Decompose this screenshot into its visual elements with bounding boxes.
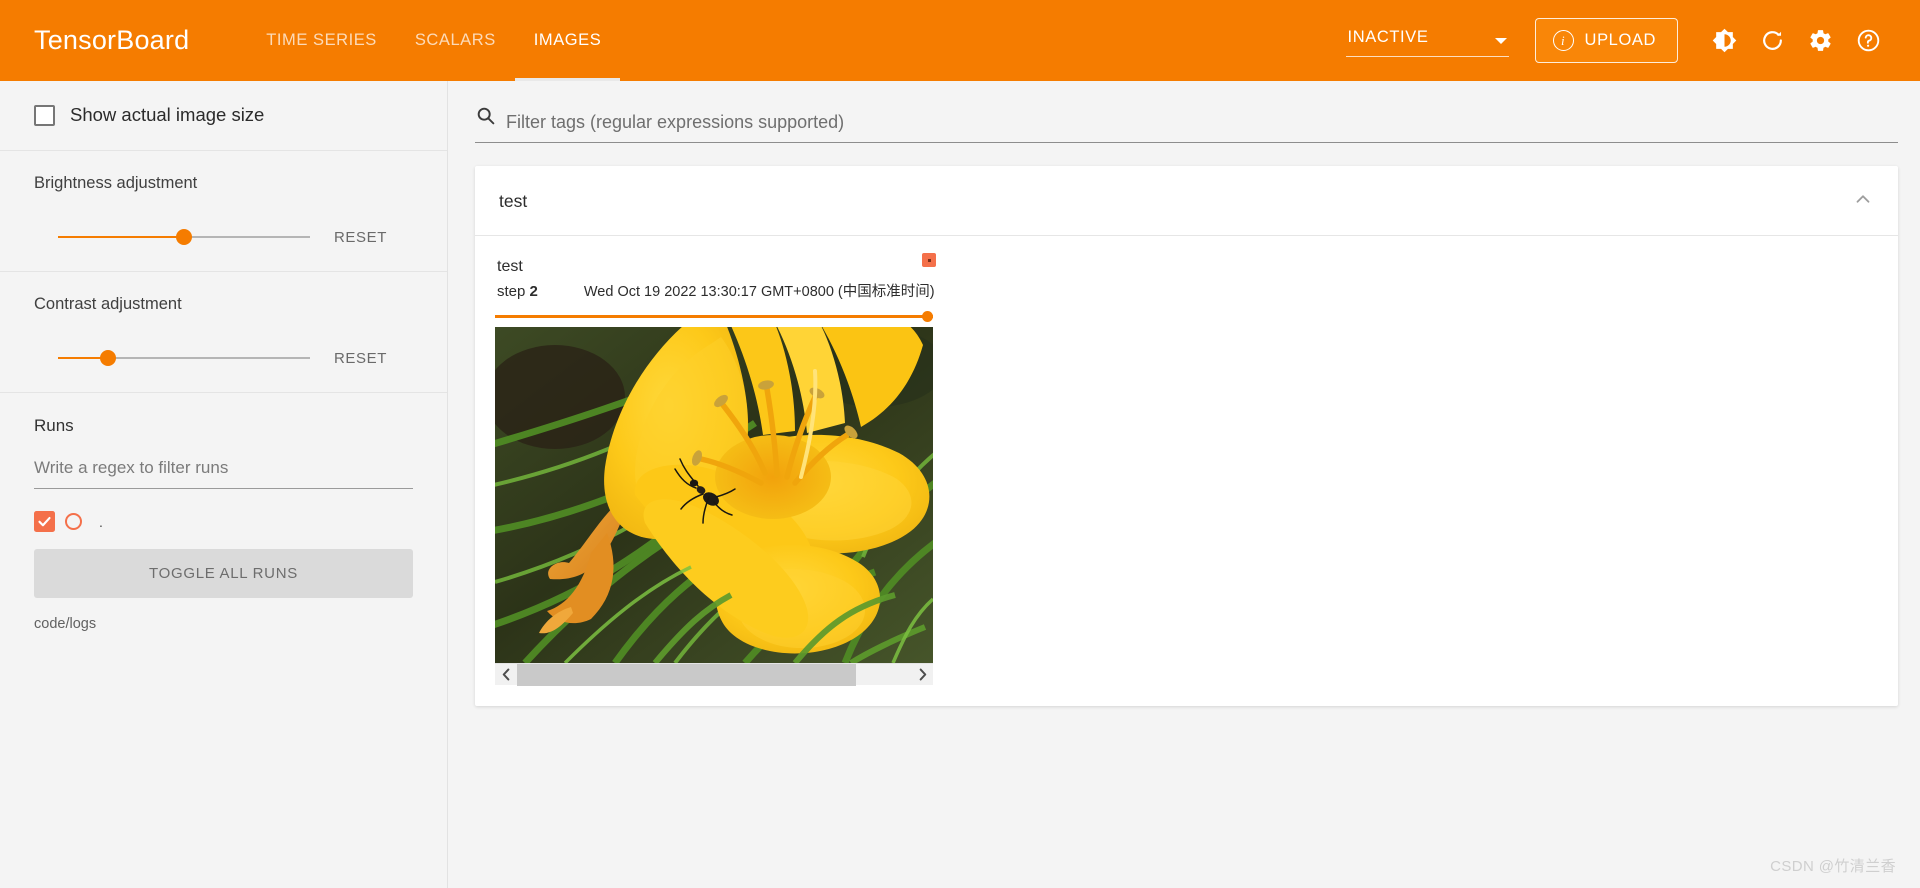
runs-title: Runs: [34, 416, 74, 435]
run-status-value: INACTIVE: [1347, 28, 1429, 46]
contrast-slider-thumb[interactable]: [100, 350, 117, 366]
tag-filter-bar: [475, 105, 1898, 143]
step-slider-thumb[interactable]: [922, 311, 933, 322]
step-slider[interactable]: [495, 311, 933, 323]
runs-regex-input[interactable]: [34, 458, 413, 489]
contrast-reset-button[interactable]: RESET: [334, 350, 387, 367]
image-horizontal-scrollbar[interactable]: [495, 663, 933, 686]
show-actual-image-size-row[interactable]: Show actual image size: [34, 104, 413, 126]
tag-filter-input[interactable]: [506, 112, 1898, 133]
runs-section: Runs . TOGGLE ALL RUNS code/logs: [0, 393, 447, 656]
show-actual-image-size-checkbox[interactable]: [34, 104, 55, 126]
settings-sidebar: Show actual image size Brightness adjust…: [0, 81, 448, 888]
scroll-left-arrow-icon[interactable]: [495, 664, 517, 686]
scrollbar-track[interactable]: [517, 663, 911, 686]
brightness-section: Brightness adjustment RESET: [0, 151, 447, 272]
toggle-all-runs-button[interactable]: TOGGLE ALL RUNS: [34, 549, 413, 598]
main-tabs: TIME SERIES SCALARS IMAGES: [247, 0, 621, 81]
settings-gear-icon: [1808, 28, 1833, 53]
run-status-dropdown[interactable]: INACTIVE: [1345, 24, 1509, 57]
tab-time-series[interactable]: TIME SERIES: [247, 0, 396, 81]
run-color-swatch-icon: [922, 253, 936, 267]
images-dashboard: test test step 2 Wed Oct 19 2022 1: [448, 81, 1920, 888]
show-actual-size-section: Show actual image size: [0, 81, 447, 151]
scroll-right-arrow-icon[interactable]: [911, 664, 933, 686]
scrollbar-thumb[interactable]: [517, 663, 856, 686]
watermark-label: CSDN @竹清兰香: [1770, 858, 1896, 875]
upload-button[interactable]: i UPLOAD: [1534, 18, 1678, 63]
brightness-reset-button[interactable]: RESET: [334, 229, 387, 246]
page-body: Show actual image size Brightness adjust…: [0, 81, 1920, 888]
run-list-item[interactable]: .: [34, 511, 413, 532]
contrast-slider[interactable]: [58, 348, 310, 368]
tag-group-header[interactable]: test: [475, 166, 1898, 236]
settings-button[interactable]: [1796, 17, 1844, 65]
upload-button-label: UPLOAD: [1584, 31, 1656, 49]
help-question-icon: [1856, 28, 1881, 53]
image-card-tag-label: test: [497, 258, 523, 275]
refresh-icon: [1760, 28, 1785, 53]
image-card-list: test step 2 Wed Oct 19 2022 13:30:17 GMT…: [475, 236, 1898, 686]
image-card-meta-line: step 2 Wed Oct 19 2022 13:30:17 GMT+0800…: [497, 280, 935, 301]
run-log-path-label: code/logs: [34, 616, 97, 632]
tag-group-card: test test step 2 Wed Oct 19 2022 13:30:1…: [475, 166, 1898, 706]
step-slider-track: [495, 315, 933, 318]
brightness-toggle-button[interactable]: [1700, 17, 1748, 65]
top-app-bar: TensorBoard TIME SERIES SCALARS IMAGES I…: [0, 0, 1920, 81]
tab-images[interactable]: IMAGES: [514, 0, 621, 81]
brightness-icon: [1712, 28, 1737, 53]
flower-photo-illustration: [495, 327, 933, 663]
brightness-slider[interactable]: [58, 227, 310, 247]
image-card-step: step 2: [497, 283, 538, 300]
contrast-title: Contrast adjustment: [34, 295, 182, 313]
app-brand-title: TensorBoard: [34, 25, 190, 55]
tag-group-title: test: [499, 191, 528, 211]
image-card-meta: test step 2 Wed Oct 19 2022 13:30:17 GMT…: [495, 253, 936, 301]
tab-scalars[interactable]: SCALARS: [396, 0, 515, 81]
help-button[interactable]: [1844, 17, 1892, 65]
image-preview[interactable]: [495, 327, 933, 663]
contrast-section: Contrast adjustment RESET: [0, 272, 447, 393]
reload-button[interactable]: [1748, 17, 1796, 65]
brightness-slider-row: RESET: [34, 227, 413, 247]
run-color-circle-icon: [65, 513, 82, 530]
image-card-walltime: Wed Oct 19 2022 13:30:17 GMT+0800 (中国标准时…: [583, 284, 935, 300]
step-value: 2: [529, 283, 538, 300]
search-icon: [475, 105, 496, 133]
info-icon: i: [1552, 30, 1574, 51]
run-checkbox-checked[interactable]: [34, 511, 55, 532]
run-name-label: .: [99, 513, 103, 530]
chevron-down-icon: [1494, 38, 1507, 44]
step-word-label: step: [497, 283, 526, 300]
image-card: test step 2 Wed Oct 19 2022 13:30:17 GMT…: [495, 253, 936, 686]
brightness-slider-fill: [58, 235, 184, 239]
brightness-title: Brightness adjustment: [34, 174, 198, 192]
contrast-slider-row: RESET: [34, 348, 413, 368]
chevron-up-icon[interactable]: [1852, 188, 1874, 215]
show-actual-image-size-label: Show actual image size: [70, 104, 265, 125]
brightness-slider-thumb[interactable]: [176, 229, 192, 245]
